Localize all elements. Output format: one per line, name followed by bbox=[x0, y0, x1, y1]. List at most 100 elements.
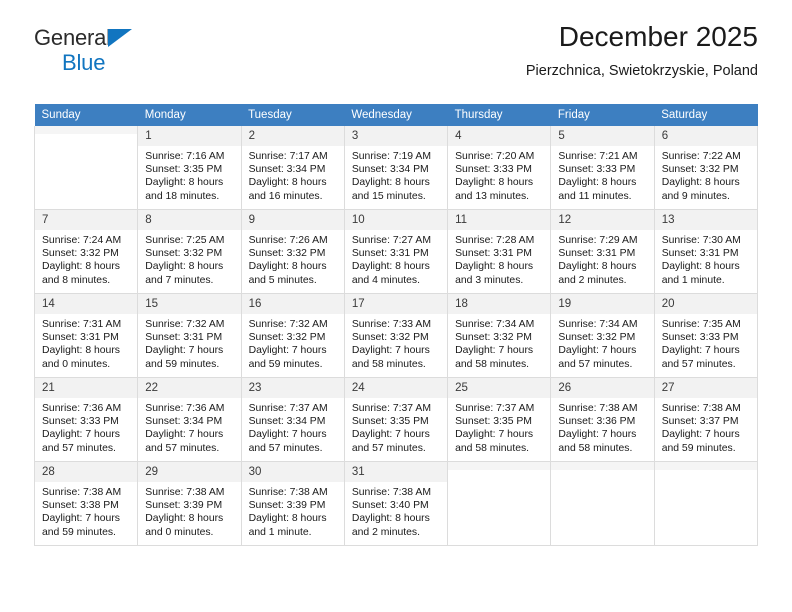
calendar-day-cell[interactable]: 30 Sunrise: 7:38 AM Sunset: 3:39 PM Dayligh… bbox=[240, 461, 345, 546]
calendar-day-cell[interactable]: 27 Sunrise: 7:38 AM Sunset: 3:37 PM Dayligh… bbox=[653, 377, 759, 462]
sunrise-text: Sunrise: 7:38 AM bbox=[42, 487, 122, 498]
daylight-text-line1: Daylight: 7 hours bbox=[248, 429, 327, 441]
sunrise-text: Sunrise: 7:35 AM bbox=[661, 319, 741, 330]
sunset-text: Sunset: 3:36 PM bbox=[558, 416, 636, 428]
sunset-text: Sunset: 3:33 PM bbox=[661, 332, 739, 344]
sunset-text: Sunset: 3:34 PM bbox=[248, 416, 326, 428]
calendar-week-row: 28 Sunrise: 7:38 AM Sunset: 3:38 PM Dayligh… bbox=[33, 461, 759, 546]
calendar-day-cell[interactable]: 9 Sunrise: 7:26 AM Sunset: 3:32 PM Daylight… bbox=[240, 209, 345, 294]
sunset-text: Sunset: 3:31 PM bbox=[42, 332, 119, 344]
calendar-day-cell[interactable]: 3 Sunrise: 7:19 AM Sunset: 3:34 PM Daylight… bbox=[343, 126, 449, 210]
calendar-day-cell[interactable]: 21 Sunrise: 7:36 AM Sunset: 3:33 PM Dayligh… bbox=[33, 377, 139, 462]
day-details: Sunrise: 7:31 AM Sunset: 3:31 PM Daylight:… bbox=[35, 314, 137, 371]
calendar-day-cell[interactable]: 15 Sunrise: 7:32 AM Sunset: 3:31 PM Dayligh… bbox=[137, 293, 242, 378]
calendar-day-cell[interactable]: 10 Sunrise: 7:27 AM Sunset: 3:31 PM Dayligh… bbox=[343, 209, 449, 294]
daylight-text-line1: Daylight: 8 hours bbox=[145, 177, 224, 189]
calendar-day-cell[interactable]: 13 Sunrise: 7:30 AM Sunset: 3:31 PM Dayligh… bbox=[653, 209, 759, 294]
day-details: Sunrise: 7:24 AM Sunset: 3:32 PM Daylight:… bbox=[35, 230, 137, 287]
calendar-day-cell[interactable]: 25 Sunrise: 7:37 AM Sunset: 3:35 PM Dayligh… bbox=[447, 377, 552, 462]
calendar-day-cell[interactable]: 16 Sunrise: 7:32 AM Sunset: 3:32 PM Dayligh… bbox=[240, 293, 345, 378]
sunset-text: Sunset: 3:35 PM bbox=[145, 164, 223, 176]
day-details: Sunrise: 7:30 AM Sunset: 3:31 PM Daylight:… bbox=[655, 230, 757, 287]
calendar-day-cell[interactable]: 22 Sunrise: 7:36 AM Sunset: 3:34 PM Dayligh… bbox=[137, 377, 242, 462]
sunrise-text: Sunrise: 7:38 AM bbox=[661, 403, 741, 414]
calendar-day-cell[interactable]: 26 Sunrise: 7:38 AM Sunset: 3:36 PM Dayligh… bbox=[550, 377, 655, 462]
day-details: Sunrise: 7:38 AM Sunset: 3:38 PM Daylight:… bbox=[35, 482, 137, 539]
calendar-day-cell[interactable]: 31 Sunrise: 7:38 AM Sunset: 3:40 PM Dayligh… bbox=[343, 461, 449, 546]
triangle-logo-icon bbox=[108, 29, 132, 47]
brand-logo[interactable]: General Blue bbox=[34, 27, 174, 79]
day-number: 4 bbox=[448, 126, 551, 146]
sunrise-text: Sunrise: 7:22 AM bbox=[661, 151, 741, 162]
daylight-text-line2: and 0 minutes. bbox=[42, 358, 111, 370]
calendar-day-cell[interactable]: 23 Sunrise: 7:37 AM Sunset: 3:34 PM Dayligh… bbox=[240, 377, 345, 462]
sunrise-text: Sunrise: 7:37 AM bbox=[351, 403, 431, 414]
calendar-day-cell[interactable]: 2 Sunrise: 7:17 AM Sunset: 3:34 PM Daylight… bbox=[240, 126, 345, 210]
daylight-text-line1: Daylight: 8 hours bbox=[42, 345, 120, 357]
daylight-text-line1: Daylight: 7 hours bbox=[455, 429, 534, 441]
day-details: Sunrise: 7:37 AM Sunset: 3:35 PM Daylight:… bbox=[345, 398, 447, 455]
sunrise-text: Sunrise: 7:28 AM bbox=[455, 235, 535, 246]
sunrise-text: Sunrise: 7:38 AM bbox=[248, 487, 328, 498]
daylight-text-line2: and 57 minutes. bbox=[145, 442, 220, 454]
sunset-text: Sunset: 3:35 PM bbox=[455, 416, 532, 428]
calendar-day-cell[interactable]: 14 Sunrise: 7:31 AM Sunset: 3:31 PM Dayligh… bbox=[33, 293, 139, 378]
daylight-text-line2: and 13 minutes. bbox=[455, 190, 530, 202]
calendar-day-cell[interactable]: 19 Sunrise: 7:34 AM Sunset: 3:32 PM Dayligh… bbox=[550, 293, 655, 378]
page-header: General Blue December 2025 Pierzchnica, … bbox=[34, 0, 758, 79]
day-number: 25 bbox=[448, 378, 551, 398]
daylight-text-line1: Daylight: 7 hours bbox=[351, 345, 430, 357]
sunset-text: Sunset: 3:37 PM bbox=[661, 416, 739, 428]
sunrise-text: Sunrise: 7:19 AM bbox=[351, 151, 431, 162]
sunset-text: Sunset: 3:32 PM bbox=[351, 332, 429, 344]
day-number: 20 bbox=[654, 294, 757, 314]
day-number: 31 bbox=[344, 462, 448, 482]
sunrise-text: Sunrise: 7:37 AM bbox=[455, 403, 535, 414]
day-number bbox=[448, 462, 551, 470]
day-details: Sunrise: 7:27 AM Sunset: 3:31 PM Daylight:… bbox=[345, 230, 447, 287]
calendar-day-cell[interactable]: 1 Sunrise: 7:16 AM Sunset: 3:35 PM Daylight… bbox=[137, 126, 242, 210]
sunrise-text: Sunrise: 7:31 AM bbox=[42, 319, 122, 330]
calendar-day-cell[interactable]: 8 Sunrise: 7:25 AM Sunset: 3:32 PM Daylight… bbox=[137, 209, 242, 294]
calendar-day-cell[interactable]: 11 Sunrise: 7:28 AM Sunset: 3:31 PM Dayligh… bbox=[447, 209, 552, 294]
sunset-text: Sunset: 3:32 PM bbox=[145, 248, 223, 260]
daylight-text-line2: and 1 minute. bbox=[248, 526, 312, 538]
calendar-day-cell[interactable]: 7 Sunrise: 7:24 AM Sunset: 3:32 PM Daylight… bbox=[33, 209, 139, 294]
daylight-text-line1: Daylight: 7 hours bbox=[145, 345, 224, 357]
day-number: 26 bbox=[551, 378, 654, 398]
calendar-day-cell[interactable]: 29 Sunrise: 7:38 AM Sunset: 3:39 PM Dayligh… bbox=[137, 461, 242, 546]
weekday-header-monday: Monday bbox=[137, 104, 242, 126]
sunrise-text: Sunrise: 7:34 AM bbox=[455, 319, 535, 330]
daylight-text-line2: and 57 minutes. bbox=[248, 442, 323, 454]
day-number: 9 bbox=[241, 210, 344, 230]
calendar-day-cell[interactable]: 5 Sunrise: 7:21 AM Sunset: 3:33 PM Daylight… bbox=[550, 126, 655, 210]
day-details: Sunrise: 7:36 AM Sunset: 3:34 PM Daylight:… bbox=[138, 398, 240, 455]
day-number: 16 bbox=[241, 294, 344, 314]
calendar-day-cell[interactable]: 4 Sunrise: 7:20 AM Sunset: 3:33 PM Daylight… bbox=[447, 126, 552, 210]
daylight-text-line2: and 57 minutes. bbox=[42, 442, 116, 454]
sunrise-text: Sunrise: 7:17 AM bbox=[248, 151, 328, 162]
day-details: Sunrise: 7:29 AM Sunset: 3:31 PM Daylight:… bbox=[551, 230, 653, 287]
calendar-day-cell[interactable]: 18 Sunrise: 7:34 AM Sunset: 3:32 PM Dayligh… bbox=[447, 293, 552, 378]
calendar-week-row: 14 Sunrise: 7:31 AM Sunset: 3:31 PM Dayligh… bbox=[33, 293, 759, 378]
weekday-header-thursday: Thursday bbox=[447, 104, 551, 126]
day-number: 2 bbox=[241, 126, 344, 146]
calendar-day-cell[interactable]: 6 Sunrise: 7:22 AM Sunset: 3:32 PM Daylight… bbox=[653, 126, 759, 210]
calendar-day-cell[interactable]: 17 Sunrise: 7:33 AM Sunset: 3:32 PM Dayligh… bbox=[343, 293, 449, 378]
calendar-day-cell[interactable]: 12 Sunrise: 7:29 AM Sunset: 3:31 PM Dayligh… bbox=[550, 209, 655, 294]
sunrise-text: Sunrise: 7:38 AM bbox=[558, 403, 638, 414]
day-details: Sunrise: 7:25 AM Sunset: 3:32 PM Daylight:… bbox=[138, 230, 240, 287]
day-details: Sunrise: 7:38 AM Sunset: 3:39 PM Daylight:… bbox=[138, 482, 240, 539]
sunset-text: Sunset: 3:40 PM bbox=[351, 500, 429, 512]
calendar-day-cell[interactable]: 24 Sunrise: 7:37 AM Sunset: 3:35 PM Dayligh… bbox=[343, 377, 449, 462]
day-number: 1 bbox=[138, 126, 241, 146]
calendar-day-cell[interactable]: 20 Sunrise: 7:35 AM Sunset: 3:33 PM Dayligh… bbox=[653, 293, 759, 378]
sunrise-text: Sunrise: 7:21 AM bbox=[558, 151, 638, 162]
day-details: Sunrise: 7:38 AM Sunset: 3:37 PM Daylight:… bbox=[655, 398, 757, 455]
daylight-text-line1: Daylight: 8 hours bbox=[145, 513, 224, 525]
daylight-text-line2: and 0 minutes. bbox=[145, 526, 214, 538]
daylight-text-line1: Daylight: 7 hours bbox=[351, 429, 430, 441]
calendar-day-cell[interactable]: 28 Sunrise: 7:38 AM Sunset: 3:38 PM Dayligh… bbox=[33, 461, 139, 546]
day-details: Sunrise: 7:32 AM Sunset: 3:32 PM Daylight:… bbox=[242, 314, 344, 371]
day-details: Sunrise: 7:19 AM Sunset: 3:34 PM Daylight:… bbox=[345, 146, 447, 203]
